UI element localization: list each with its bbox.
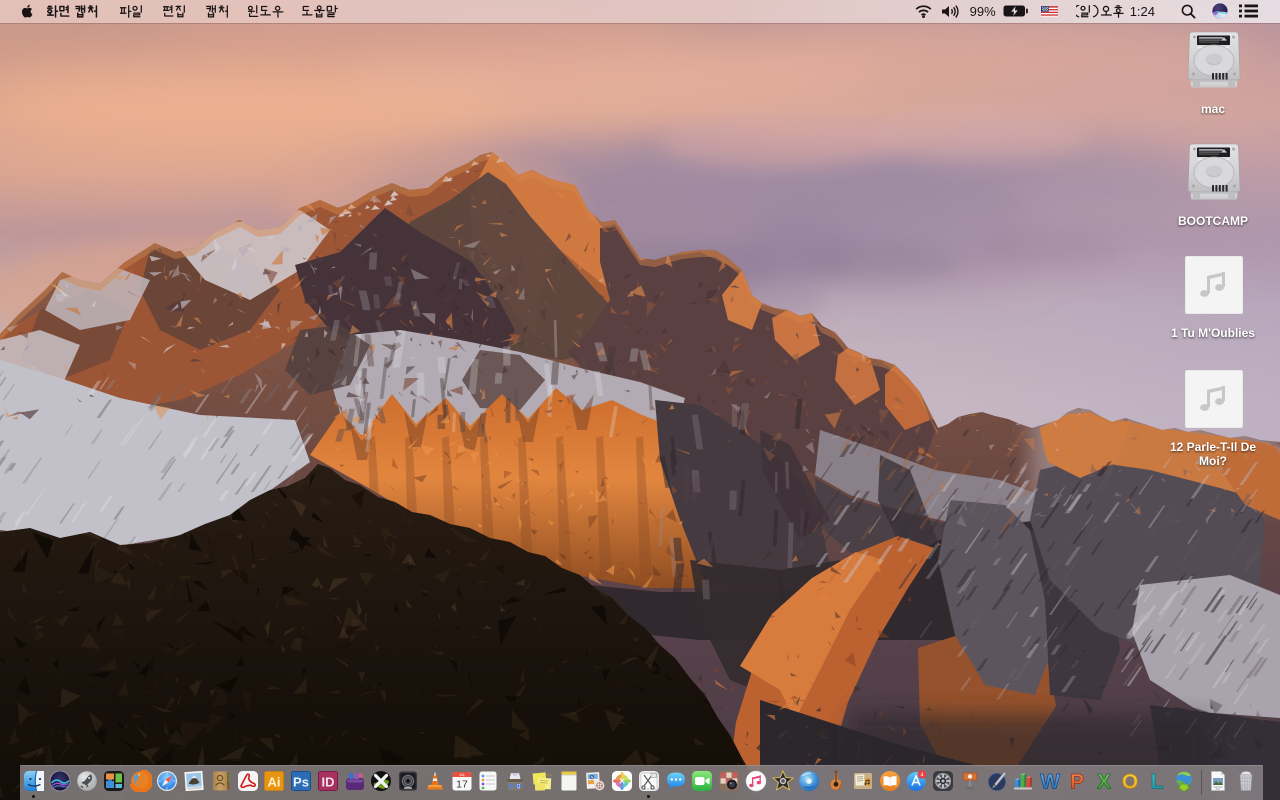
- svg-text:17: 17: [456, 778, 468, 790]
- svg-text:4: 4: [921, 772, 924, 778]
- svg-text:Ai: Ai: [268, 774, 281, 789]
- svg-text:PIC: PIC: [1216, 786, 1221, 790]
- svg-text:N: N: [591, 775, 594, 779]
- svg-text:L: L: [1151, 770, 1164, 792]
- svg-text:O: O: [1122, 770, 1138, 792]
- svg-text:ID: ID: [321, 774, 334, 789]
- svg-text:Ps: Ps: [293, 774, 309, 789]
- svg-text:X: X: [1096, 770, 1110, 792]
- svg-text:Q: Q: [517, 784, 521, 790]
- svg-text:P: P: [1070, 770, 1084, 792]
- svg-text:Plans: Plans: [547, 772, 553, 777]
- svg-text:W: W: [1040, 770, 1060, 792]
- svg-text:JUL: JUL: [458, 772, 464, 776]
